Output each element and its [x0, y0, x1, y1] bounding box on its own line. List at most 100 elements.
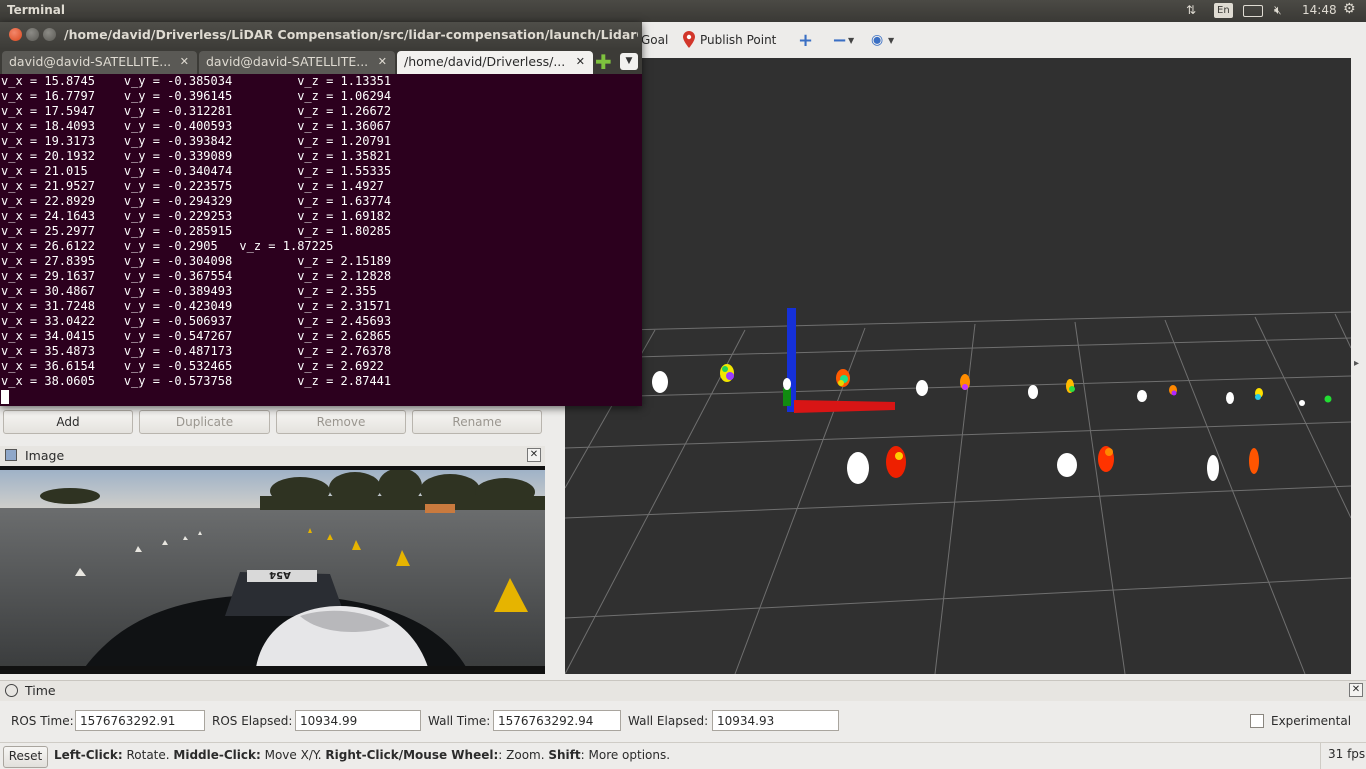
point-cloud [652, 364, 1332, 484]
terminal-titlebar[interactable]: /home/david/Driverless/LiDAR Compensatio… [0, 22, 642, 48]
active-app-title: Terminal [7, 3, 66, 17]
terminal-output-line: v_x = 31.7248 v_y = -0.423049 v_z = 2.31… [1, 299, 392, 313]
plus-icon[interactable]: + [798, 30, 813, 51]
navigation-hint: Left-Click: Rotate. Middle-Click: Move X… [54, 748, 670, 762]
close-icon[interactable]: ✕ [527, 448, 541, 462]
terminal-output-line: v_x = 33.0422 v_y = -0.506937 v_z = 2.45… [1, 314, 392, 328]
terminal-output-line: v_x = 27.8395 v_y = -0.304098 v_z = 2.15… [1, 254, 392, 268]
wall-elapsed-label: Wall Elapsed: [628, 714, 709, 728]
eye-icon[interactable]: ◉ [871, 32, 883, 48]
tab-label: /home/david/Driverless/... [404, 54, 566, 69]
hint-middle-text: Move X/Y. [260, 748, 326, 762]
3d-scene [565, 308, 1351, 674]
clock[interactable]: 14:48 [1302, 3, 1337, 17]
hint-right-key: Right-Click/Mouse Wheel: [325, 748, 499, 762]
terminal-output-line: v_x = 15.8745 v_y = -0.385034 v_z = 1.13… [1, 74, 392, 88]
terminal-tab-bar: david@david-SATELLITE... ✕ david@david-SA… [0, 48, 642, 74]
terminal-tab-3-active[interactable]: /home/david/Driverless/... ✕ [397, 51, 593, 74]
terminal-output-line: v_x = 29.1637 v_y = -0.367554 v_z = 2.12… [1, 269, 392, 283]
keyboard-layout-indicator[interactable]: En [1214, 3, 1233, 18]
close-tab-icon[interactable]: ✕ [576, 51, 585, 73]
tab-label: david@david-SATELLITE... [9, 54, 172, 69]
hint-right-text: : Zoom. [498, 748, 549, 762]
wall-elapsed-field[interactable]: 10934.93 [712, 710, 839, 731]
chevron-down-icon[interactable]: ▼ [888, 36, 894, 45]
car-number-label: A54 [269, 569, 291, 580]
minimize-window-icon[interactable] [26, 28, 39, 41]
publish-point-tool[interactable]: Publish Point [700, 33, 776, 47]
experimental-label: Experimental [1271, 714, 1352, 728]
status-divider [1320, 743, 1321, 769]
terminal-title: /home/david/Driverless/LiDAR Compensatio… [64, 27, 638, 42]
hint-left-text: Rotate. [122, 748, 174, 762]
terminal-output[interactable]: v_x = 15.8745 v_y = -0.385034 v_z = 1.13… [0, 74, 642, 406]
new-tab-icon[interactable]: ✚ [595, 50, 612, 74]
x-axis [794, 400, 895, 413]
reset-button[interactable]: Reset [3, 746, 48, 768]
system-top-bar: Terminal ⇅ En 🔇︎ 14:48 ⚙ [0, 0, 1366, 22]
terminal-output-line: v_x = 30.4867 v_y = -0.389493 v_z = 2.35… [1, 284, 377, 298]
chevron-right-icon[interactable]: ▸ [1354, 358, 1359, 369]
ros-elapsed-field[interactable]: 10934.99 [295, 710, 421, 731]
time-panel-title: Time [25, 683, 56, 698]
tab-menu-chevron-down-icon[interactable]: ▼ [620, 53, 638, 70]
wall-time-label: Wall Time: [428, 714, 491, 728]
time-panel-header: Time ✕ [0, 680, 1366, 701]
chevron-down-icon[interactable]: ▼ [848, 36, 854, 45]
hint-middle-key: Middle-Click: [173, 748, 261, 762]
close-window-icon[interactable] [9, 28, 22, 41]
terminal-output-line: v_x = 21.015 v_y = -0.340474 v_z = 1.553… [1, 164, 392, 178]
add-display-button[interactable]: Add [3, 410, 133, 434]
terminal-output-line: v_x = 16.7797 v_y = -0.396145 v_z = 1.06… [1, 89, 392, 103]
hint-shift-text: : More options. [580, 748, 671, 762]
maximize-window-icon[interactable] [43, 28, 56, 41]
rviz-toolbar: Goal Publish Point + − ▼ ◉ ▼ [565, 28, 1366, 56]
close-icon[interactable]: ✕ [1349, 683, 1363, 697]
terminal-window[interactable]: /home/david/Driverless/LiDAR Compensatio… [0, 22, 642, 406]
image-panel-header: Image ✕ [0, 446, 545, 467]
hint-shift-key: Shift [548, 748, 581, 762]
image-panel-title: Image [25, 448, 65, 463]
terminal-output-line: v_x = 25.2977 v_y = -0.285915 v_z = 1.80… [1, 224, 392, 238]
map-pin-icon[interactable] [683, 31, 695, 51]
terminal-output-line: v_x = 18.4093 v_y = -0.400593 v_z = 1.36… [1, 119, 392, 133]
goal-tool-label[interactable]: Goal [641, 33, 668, 47]
rename-display-button[interactable]: Rename [412, 410, 542, 434]
network-arrows-icon[interactable]: ⇅ [1186, 3, 1196, 17]
ros-time-label: ROS Time: [11, 714, 74, 728]
gear-icon[interactable]: ⚙ [1343, 1, 1356, 17]
terminal-output-line: v_x = 19.3173 v_y = -0.393842 v_z = 1.20… [1, 134, 392, 148]
experimental-checkbox[interactable] [1250, 714, 1264, 728]
terminal-output-line: v_x = 34.0415 v_y = -0.547267 v_z = 2.62… [1, 329, 392, 343]
camera-image: A54 [0, 466, 545, 674]
status-bar: Reset Left-Click: Rotate. Middle-Click: … [0, 742, 1366, 769]
terminal-output-line: v_x = 17.5947 v_y = -0.312281 v_z = 1.26… [1, 104, 392, 118]
hint-left-key: Left-Click: [54, 748, 123, 762]
close-tab-icon[interactable]: ✕ [378, 51, 387, 73]
terminal-output-line: v_x = 38.0605 v_y = -0.573758 v_z = 2.87… [1, 374, 392, 388]
wall-time-field[interactable]: 1576763292.94 [493, 710, 621, 731]
terminal-output-line: v_x = 20.1932 v_y = -0.339089 v_z = 1.35… [1, 149, 392, 163]
view-side-collapse-strip[interactable]: ▸ [1351, 58, 1366, 674]
terminal-output-line: v_x = 35.4873 v_y = -0.487173 v_z = 2.76… [1, 344, 392, 358]
terminal-output-line: v_x = 22.8929 v_y = -0.294329 v_z = 1.63… [1, 194, 392, 208]
duplicate-display-button[interactable]: Duplicate [139, 410, 270, 434]
close-tab-icon[interactable]: ✕ [180, 51, 189, 73]
battery-icon[interactable] [1243, 5, 1263, 17]
image-icon [5, 449, 17, 461]
ros-time-field[interactable]: 1576763292.91 [75, 710, 205, 731]
terminal-output-line: v_x = 26.6122 v_y = -0.2905 v_z = 1.8722… [1, 239, 334, 253]
terminal-tab-1[interactable]: david@david-SATELLITE... ✕ [2, 51, 197, 74]
clock-icon [5, 684, 18, 697]
terminal-output-line: v_x = 24.1643 v_y = -0.229253 v_z = 1.69… [1, 209, 392, 223]
terminal-output-line: v_x = 21.9527 v_y = -0.223575 v_z = 1.49… [1, 179, 384, 193]
volume-mute-icon[interactable]: 🔇︎ [1274, 3, 1282, 18]
remove-display-button[interactable]: Remove [276, 410, 406, 434]
minus-icon[interactable]: − [832, 30, 847, 51]
ros-elapsed-label: ROS Elapsed: [212, 714, 293, 728]
fps-counter: 31 fps [1328, 747, 1366, 761]
terminal-cursor [1, 390, 9, 404]
terminal-tab-2[interactable]: david@david-SATELLITE... ✕ [199, 51, 395, 74]
tab-label: david@david-SATELLITE... [206, 54, 369, 69]
3d-render-view[interactable] [565, 58, 1351, 674]
